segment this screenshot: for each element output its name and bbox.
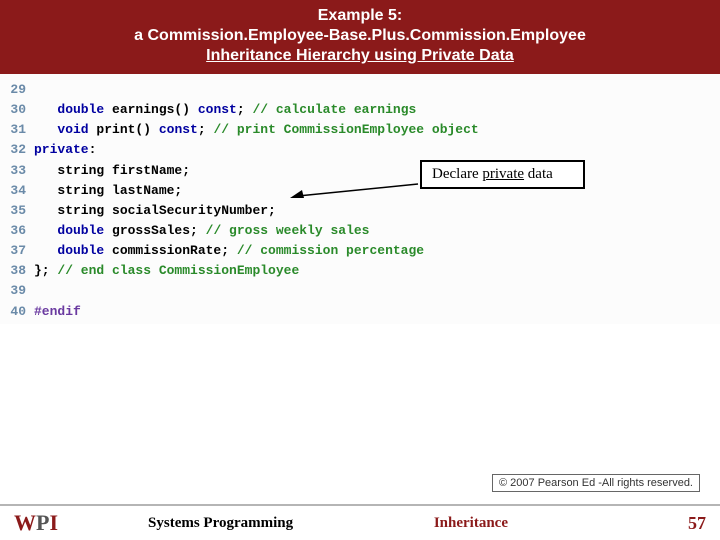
callout-suffix: data: [524, 166, 553, 182]
line-number: 29: [0, 80, 34, 100]
logo-letter: P: [36, 510, 49, 536]
line-number: 32: [0, 140, 34, 160]
title-line-2: a Commission.Employee-Base.Plus.Commissi…: [10, 26, 710, 46]
line-number: 38: [0, 261, 34, 281]
line-number: 30: [0, 100, 34, 120]
callout-keyword: private: [482, 166, 524, 182]
line-number: 39: [0, 281, 34, 301]
annotation-callout: Declare private data: [420, 160, 585, 189]
footer-topic: Inheritance: [434, 515, 688, 532]
title-line-1: Example 5:: [10, 6, 710, 26]
line-number: 40: [0, 302, 34, 322]
logo-letter: W: [14, 510, 36, 536]
line-number: 37: [0, 241, 34, 261]
line-number: 33: [0, 161, 34, 181]
line-number: 34: [0, 181, 34, 201]
slide-footer: WPI Systems Programming Inheritance 57: [0, 504, 720, 540]
title-line-3: Inheritance Hierarchy using Private Data: [10, 46, 710, 66]
logo-letter: I: [49, 510, 58, 536]
copyright-notice: © 2007 Pearson Ed -All rights reserved.: [492, 474, 700, 492]
callout-prefix: Declare: [432, 166, 482, 182]
line-number: 35: [0, 201, 34, 221]
page-number: 57: [688, 513, 706, 534]
line-number: 36: [0, 221, 34, 241]
slide-title: Example 5: a Commission.Employee-Base.Pl…: [0, 0, 720, 74]
footer-course: Systems Programming: [58, 515, 434, 532]
arrow-icon: [290, 180, 420, 200]
line-number: 31: [0, 120, 34, 140]
wpi-logo: WPI: [14, 510, 58, 536]
